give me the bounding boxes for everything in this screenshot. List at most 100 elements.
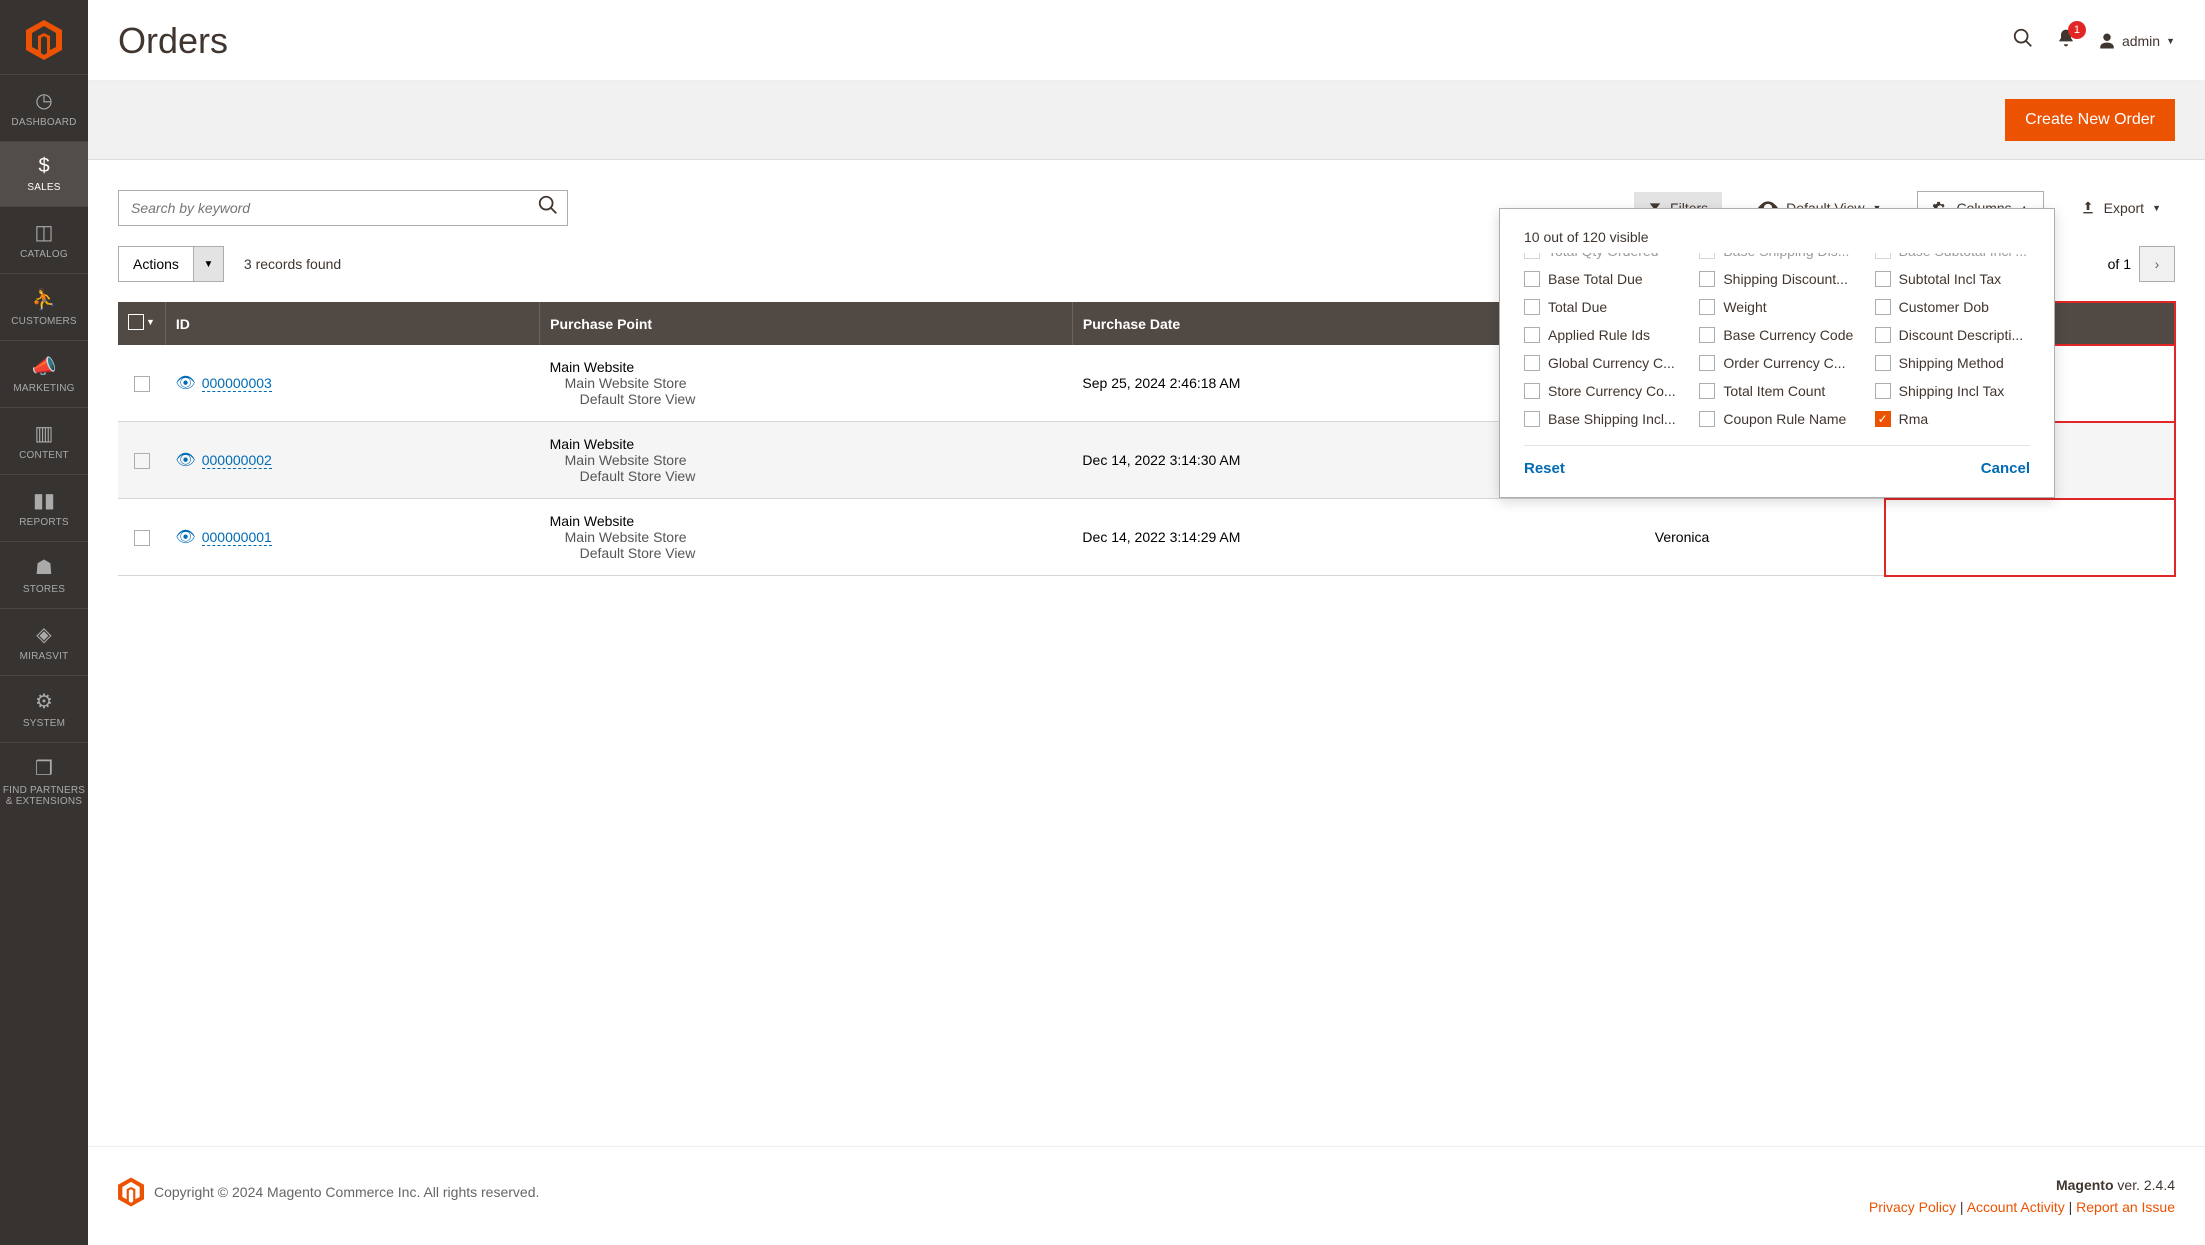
column-option-label: Shipping Incl Tax bbox=[1899, 383, 2005, 399]
chevron-down-icon: ▼ bbox=[193, 247, 223, 281]
export-button[interactable]: Export ▼ bbox=[2066, 192, 2175, 224]
column-option[interactable]: Global Currency C... bbox=[1524, 355, 1679, 371]
column-option[interactable]: Shipping Method bbox=[1875, 355, 2030, 371]
checkbox-icon bbox=[1699, 271, 1715, 287]
column-option-label: Shipping Discount... bbox=[1723, 271, 1848, 287]
nav-stores[interactable]: ☗STORES bbox=[0, 541, 88, 608]
view-icon[interactable]: 👁 bbox=[175, 452, 195, 469]
column-option[interactable]: Coupon Rule Name bbox=[1699, 411, 1854, 427]
privacy-policy-link[interactable]: Privacy Policy bbox=[1869, 1199, 1956, 1215]
column-option[interactable]: Total Item Count bbox=[1699, 383, 1854, 399]
account-activity-link[interactable]: Account Activity bbox=[1967, 1199, 2065, 1215]
nav-system[interactable]: ⚙SYSTEM bbox=[0, 675, 88, 742]
column-option[interactable]: Base Subtotal Incl ... bbox=[1875, 253, 2030, 259]
diamond-icon: ◈ bbox=[0, 622, 88, 647]
order-link[interactable]: 000000003 bbox=[202, 375, 272, 392]
actions-select[interactable]: Actions ▼ bbox=[118, 246, 224, 282]
checkbox-icon bbox=[1875, 383, 1891, 399]
column-option-label: Applied Rule Ids bbox=[1548, 327, 1650, 343]
columns-status: 10 out of 120 visible bbox=[1524, 229, 2030, 245]
checkbox-icon bbox=[1875, 271, 1891, 287]
th-purchase-point[interactable]: Purchase Point bbox=[540, 302, 1073, 345]
search-submit-icon[interactable] bbox=[537, 194, 559, 222]
pager-next[interactable]: › bbox=[2139, 246, 2175, 282]
column-option-label: Total Due bbox=[1548, 299, 1607, 315]
checkbox-icon: ✓ bbox=[1875, 411, 1891, 427]
column-option[interactable]: ✓Rma bbox=[1875, 411, 2030, 427]
store-icon: ☗ bbox=[0, 555, 88, 580]
checkbox-icon bbox=[1524, 411, 1540, 427]
checkbox-icon bbox=[1699, 411, 1715, 427]
column-option-label: Customer Dob bbox=[1899, 299, 1989, 315]
partners-icon: ❒ bbox=[0, 756, 88, 781]
th-id[interactable]: ID bbox=[165, 302, 539, 345]
column-option[interactable]: Total Due bbox=[1524, 299, 1679, 315]
column-option[interactable]: Base Shipping Incl... bbox=[1524, 411, 1679, 427]
column-option[interactable]: Subtotal Incl Tax bbox=[1875, 271, 2030, 287]
column-option-label: Discount Descripti... bbox=[1899, 327, 2023, 343]
row-checkbox[interactable] bbox=[134, 376, 150, 392]
create-order-button[interactable]: Create New Order bbox=[2005, 99, 2175, 141]
search-input[interactable] bbox=[131, 200, 537, 216]
cell-purchase-point: Main WebsiteMain Website StoreDefault St… bbox=[540, 345, 1073, 422]
column-option[interactable]: Base Shipping Dis... bbox=[1699, 253, 1854, 259]
checkbox-icon bbox=[1875, 355, 1891, 371]
table-row: 👁 000000001 Main WebsiteMain Website Stor… bbox=[118, 499, 2175, 576]
order-link[interactable]: 000000001 bbox=[202, 529, 272, 546]
column-option[interactable]: Base Currency Code bbox=[1699, 327, 1854, 343]
column-option[interactable]: Base Total Due bbox=[1524, 271, 1679, 287]
cell-id: 👁 000000003 bbox=[165, 345, 539, 422]
column-option-label: Weight bbox=[1723, 299, 1766, 315]
gear-icon: ⚙ bbox=[0, 689, 88, 714]
order-link[interactable]: 000000002 bbox=[202, 452, 272, 469]
column-option[interactable]: Store Currency Co... bbox=[1524, 383, 1679, 399]
columns-panel: 10 out of 120 visible Total Qty Ordered B… bbox=[1499, 208, 2055, 498]
column-option-label: Shipping Method bbox=[1899, 355, 2004, 371]
nav-mirasvit[interactable]: ◈MIRASVIT bbox=[0, 608, 88, 675]
view-icon[interactable]: 👁 bbox=[175, 375, 195, 392]
column-option[interactable]: Shipping Incl Tax bbox=[1875, 383, 2030, 399]
magento-logo[interactable] bbox=[24, 20, 64, 60]
view-icon[interactable]: 👁 bbox=[175, 529, 195, 546]
column-option-label: Global Currency C... bbox=[1548, 355, 1675, 371]
checkbox-icon bbox=[1699, 253, 1715, 259]
cell-purchase-point: Main WebsiteMain Website StoreDefault St… bbox=[540, 499, 1073, 576]
columns-cancel[interactable]: Cancel bbox=[1981, 460, 2030, 477]
column-option[interactable]: Applied Rule Ids bbox=[1524, 327, 1679, 343]
magento-logo-small bbox=[118, 1177, 144, 1207]
user-menu[interactable]: admin ▼ bbox=[2098, 32, 2175, 50]
nav-dashboard[interactable]: ◷DASHBOARD bbox=[0, 74, 88, 141]
dollar-icon: $ bbox=[0, 155, 88, 178]
footer: Copyright © 2024 Magento Commerce Inc. A… bbox=[88, 1146, 2205, 1245]
column-option[interactable]: Shipping Discount... bbox=[1699, 271, 1854, 287]
column-option[interactable]: Order Currency C... bbox=[1699, 355, 1854, 371]
cell-bill-to: Veronica bbox=[1645, 499, 1885, 576]
checkbox-icon bbox=[1524, 271, 1540, 287]
chevron-down-icon: ▼ bbox=[2152, 203, 2161, 213]
nav-sales[interactable]: $SALES bbox=[0, 141, 88, 206]
column-option[interactable]: Weight bbox=[1699, 299, 1854, 315]
report-issue-link[interactable]: Report an Issue bbox=[2076, 1199, 2175, 1215]
column-option[interactable]: Customer Dob bbox=[1875, 299, 2030, 315]
cell-purchase-point: Main WebsiteMain Website StoreDefault St… bbox=[540, 422, 1073, 499]
copyright: Copyright © 2024 Magento Commerce Inc. A… bbox=[154, 1184, 539, 1200]
notifications-icon[interactable]: 1 bbox=[2056, 27, 2076, 55]
nav-reports[interactable]: ▮▮REPORTS bbox=[0, 474, 88, 541]
column-option[interactable]: Discount Descripti... bbox=[1875, 327, 2030, 343]
column-option[interactable]: Total Qty Ordered bbox=[1524, 253, 1679, 259]
checkbox-icon bbox=[1875, 327, 1891, 343]
box-icon: ◫ bbox=[0, 220, 88, 245]
row-checkbox[interactable] bbox=[134, 530, 150, 546]
row-checkbox[interactable] bbox=[134, 453, 150, 469]
nav-partners[interactable]: ❒FIND PARTNERS & EXTENSIONS bbox=[0, 742, 88, 820]
checkbox-icon bbox=[1524, 383, 1540, 399]
sidebar: ◷DASHBOARD $SALES ◫CATALOG ⛹CUSTOMERS 📣M… bbox=[0, 0, 88, 1245]
columns-reset[interactable]: Reset bbox=[1524, 460, 1565, 477]
pager: of 1 › bbox=[2108, 246, 2175, 282]
nav-catalog[interactable]: ◫CATALOG bbox=[0, 206, 88, 273]
nav-marketing[interactable]: 📣MARKETING bbox=[0, 340, 88, 407]
nav-content[interactable]: ▥CONTENT bbox=[0, 407, 88, 474]
nav-customers[interactable]: ⛹CUSTOMERS bbox=[0, 273, 88, 340]
th-select-all[interactable]: ▼ bbox=[118, 302, 165, 345]
search-icon[interactable] bbox=[2012, 27, 2034, 55]
